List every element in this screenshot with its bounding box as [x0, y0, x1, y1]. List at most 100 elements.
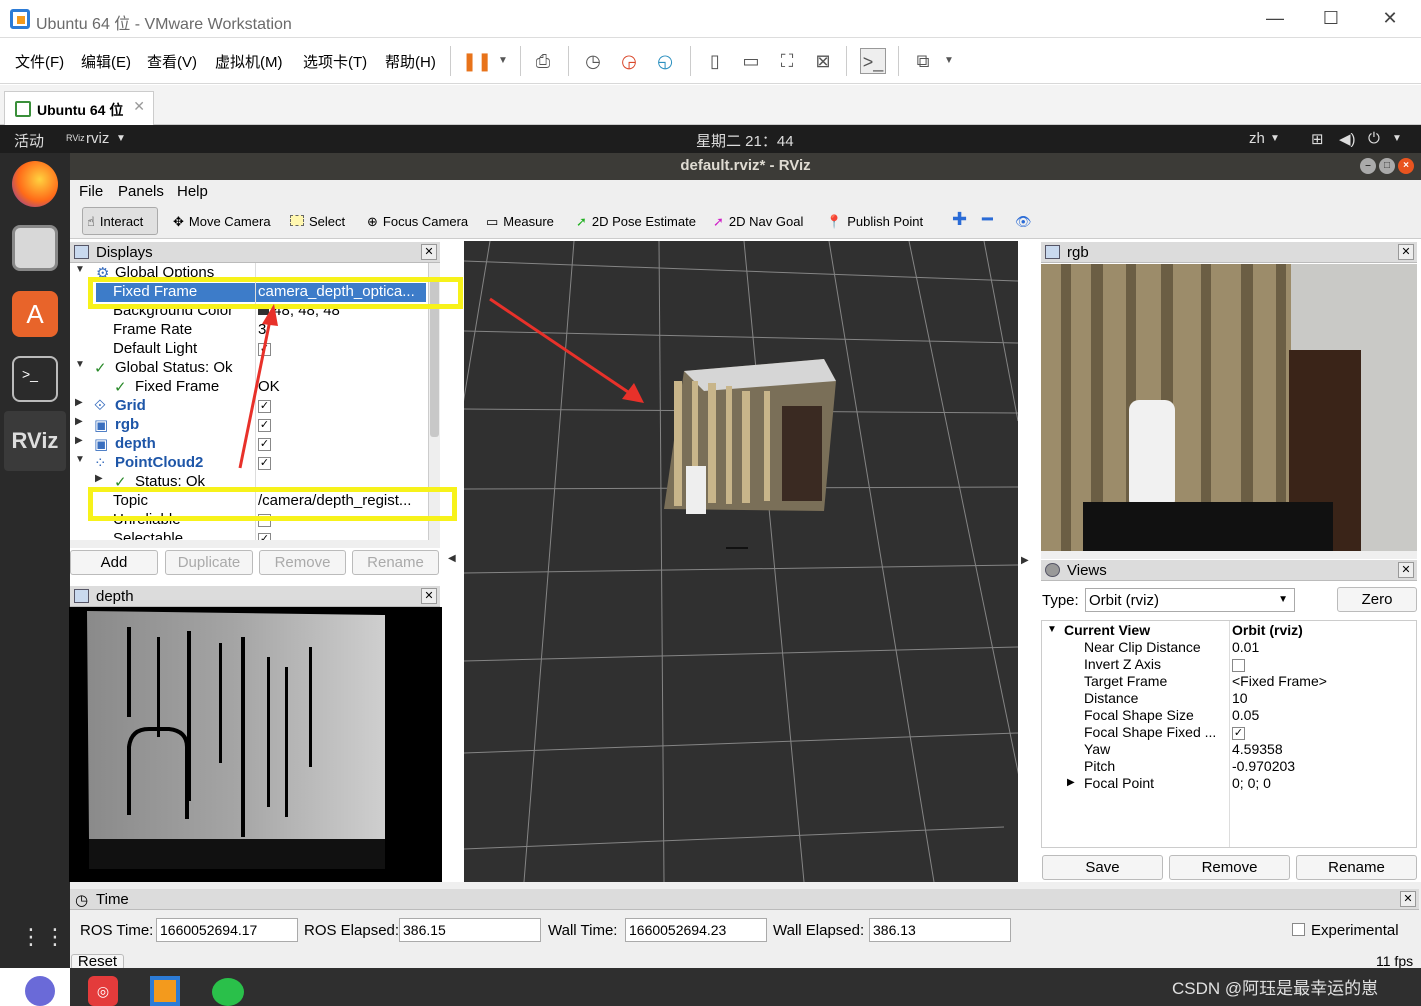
views-rename-button[interactable]: Rename — [1296, 855, 1417, 880]
rviz-close-icon[interactable]: × — [1398, 158, 1414, 174]
clock[interactable]: 星期二 21：44 — [696, 130, 794, 151]
terminal-icon[interactable]: >_ — [860, 48, 886, 74]
time-close-icon[interactable]: ✕ — [1400, 891, 1416, 907]
rename-display-button[interactable]: Rename — [352, 550, 439, 575]
rviz-minimize-icon[interactable]: – — [1360, 158, 1376, 174]
activities-button[interactable]: 活动 — [14, 130, 44, 151]
views-row-target-frame[interactable]: Target Frame <Fixed Frame> — [1042, 673, 1416, 690]
pause-icon[interactable]: ❚❚ — [462, 48, 492, 74]
collapse-left-icon[interactable]: ◀ — [448, 553, 456, 564]
rviz-menu-help[interactable]: Help — [177, 183, 208, 200]
views-row-near-clip[interactable]: Near Clip Distance 0.01 — [1042, 639, 1416, 656]
menu-help[interactable]: 帮助(H) — [385, 51, 436, 72]
collapse-right-icon[interactable]: ▶ — [1021, 555, 1029, 566]
app-menu[interactable]: rviz — [86, 130, 109, 147]
netease-music-icon[interactable]: ◎ — [88, 976, 118, 1006]
eye-icon[interactable]: 👁 — [1015, 214, 1032, 230]
revert-snapshot-icon[interactable]: ◶ — [616, 48, 642, 74]
vm-tab[interactable]: Ubuntu 64 位 ✕ — [4, 91, 154, 125]
displays-close-icon[interactable]: ✕ — [421, 244, 437, 260]
views-close-icon[interactable]: ✕ — [1398, 562, 1414, 578]
image-icon: ▣ — [94, 417, 109, 434]
files-icon[interactable] — [12, 225, 58, 271]
tool-focus-camera[interactable]: ⊕ Focus Camera — [367, 214, 468, 230]
3d-viewport[interactable] — [464, 241, 1018, 882]
views-type-select[interactable]: Orbit (rviz) ▼ — [1085, 588, 1295, 612]
wall-time-field[interactable]: 1660052694.23 — [625, 918, 767, 942]
power-icon[interactable]: ⏻ — [1368, 130, 1380, 147]
views-row-invert-z[interactable]: Invert Z Axis — [1042, 656, 1416, 673]
chevron-down-icon: ▼ — [1392, 133, 1402, 144]
close-icon[interactable]: ✕ — [1375, 8, 1405, 29]
views-save-button[interactable]: Save — [1042, 855, 1163, 880]
sidebar-toggle-icon[interactable]: ▯ — [702, 48, 728, 74]
selectable-checkbox[interactable]: ✓ — [258, 532, 271, 540]
views-row-distance[interactable]: Distance 10 — [1042, 690, 1416, 707]
views-remove-button[interactable]: Remove — [1169, 855, 1290, 880]
duplicate-display-button[interactable]: Duplicate — [165, 550, 253, 575]
software-icon[interactable]: A — [12, 291, 58, 337]
views-row-yaw[interactable]: Yaw 4.59358 — [1042, 741, 1416, 758]
wall-elapsed-field[interactable]: 386.13 — [869, 918, 1011, 942]
terminal-dock-icon[interactable]: >_ — [12, 356, 58, 402]
input-method[interactable]: zh — [1249, 130, 1265, 147]
add-tool-icon[interactable]: ✚ — [952, 209, 967, 230]
select-icon — [290, 215, 304, 226]
stretch-dropdown-icon[interactable]: ▼ — [936, 48, 962, 74]
minimize-icon[interactable]: — — [1260, 8, 1290, 29]
rviz-menu-file[interactable]: File — [79, 183, 103, 200]
rviz-menu-panels[interactable]: Panels — [118, 183, 164, 200]
remove-tool-icon[interactable]: ━ — [982, 209, 993, 230]
stretch-icon[interactable]: ⧉ — [910, 48, 936, 74]
tool-move-camera[interactable]: ✥ Move Camera — [173, 214, 271, 230]
depth-close-icon[interactable]: ✕ — [421, 588, 437, 604]
tool-2d-nav-goal[interactable]: ➚ 2D Nav Goal — [713, 214, 803, 230]
send-keys-icon[interactable]: ⎙ — [530, 48, 556, 74]
tree-row-selectable[interactable]: Selectable ✓ — [70, 530, 427, 540]
ros-time-label: ROS Time: — [80, 922, 154, 939]
experimental-checkbox[interactable] — [1292, 923, 1305, 936]
unity-icon[interactable]: ⊠ — [810, 48, 836, 74]
map-pin-icon: 📍 — [826, 214, 843, 229]
snapshot-icon[interactable]: ◷ — [580, 48, 606, 74]
views-row-pitch[interactable]: Pitch -0.970203 — [1042, 758, 1416, 775]
tool-measure[interactable]: ▭ Measure — [486, 214, 554, 230]
tool-select[interactable]: Select — [290, 214, 345, 229]
tool-interact[interactable]: ☝ Interact — [87, 214, 143, 230]
invert-z-checkbox[interactable] — [1232, 658, 1245, 672]
ros-elapsed-field[interactable]: 386.15 — [399, 918, 541, 942]
dropdown-icon[interactable]: ▼ — [490, 48, 516, 74]
zero-button[interactable]: Zero — [1337, 587, 1417, 612]
menu-tabs[interactable]: 选项卡(T) — [303, 51, 367, 72]
menu-edit[interactable]: 编辑(E) — [81, 51, 131, 72]
maximize-icon[interactable]: ☐ — [1316, 8, 1346, 29]
focal-shape-fixed-checkbox[interactable]: ✓ — [1232, 726, 1245, 740]
vmware-taskbar-icon[interactable] — [150, 976, 180, 1006]
ros-time-field[interactable]: 1660052694.17 — [156, 918, 298, 942]
add-display-button[interactable]: Add — [70, 550, 158, 575]
wechat-icon[interactable] — [212, 978, 244, 1006]
browser-taskbar-icon[interactable] — [25, 976, 55, 1006]
views-row-focal-shape-size[interactable]: Focal Shape Size 0.05 — [1042, 707, 1416, 724]
annotation-arrow-left — [238, 304, 278, 469]
volume-icon[interactable]: ◀) — [1339, 130, 1356, 148]
fullscreen-icon[interactable]: ⛶ — [774, 48, 800, 74]
tool-publish-point[interactable]: 📍 Publish Point — [826, 214, 923, 230]
views-row-current-view[interactable]: ▼ Current View Orbit (rviz) — [1042, 622, 1416, 639]
rviz-maximize-icon[interactable]: □ — [1379, 158, 1395, 174]
console-view-icon[interactable]: ▭ — [738, 48, 764, 74]
depth-panel-title: depth — [96, 588, 134, 605]
menu-view[interactable]: 查看(V) — [147, 51, 197, 72]
views-row-focal-shape-fixed[interactable]: Focal Shape Fixed ... ✓ — [1042, 724, 1416, 741]
menu-vm[interactable]: 虚拟机(M) — [215, 51, 283, 72]
rgb-close-icon[interactable]: ✕ — [1398, 244, 1414, 260]
remove-display-button[interactable]: Remove — [259, 550, 346, 575]
snapshot-manager-icon[interactable]: ◵ — [652, 48, 678, 74]
firefox-icon[interactable] — [12, 161, 58, 207]
tab-close-icon[interactable]: ✕ — [133, 98, 145, 115]
menu-file[interactable]: 文件(F) — [15, 51, 64, 72]
tool-2d-pose[interactable]: ➚ 2D Pose Estimate — [576, 214, 696, 230]
rviz-dock-icon[interactable]: RViz — [4, 411, 66, 471]
views-row-focal-point[interactable]: ▶ Focal Point 0; 0; 0 — [1042, 775, 1416, 792]
network-icon[interactable]: ⊞ — [1311, 130, 1324, 148]
